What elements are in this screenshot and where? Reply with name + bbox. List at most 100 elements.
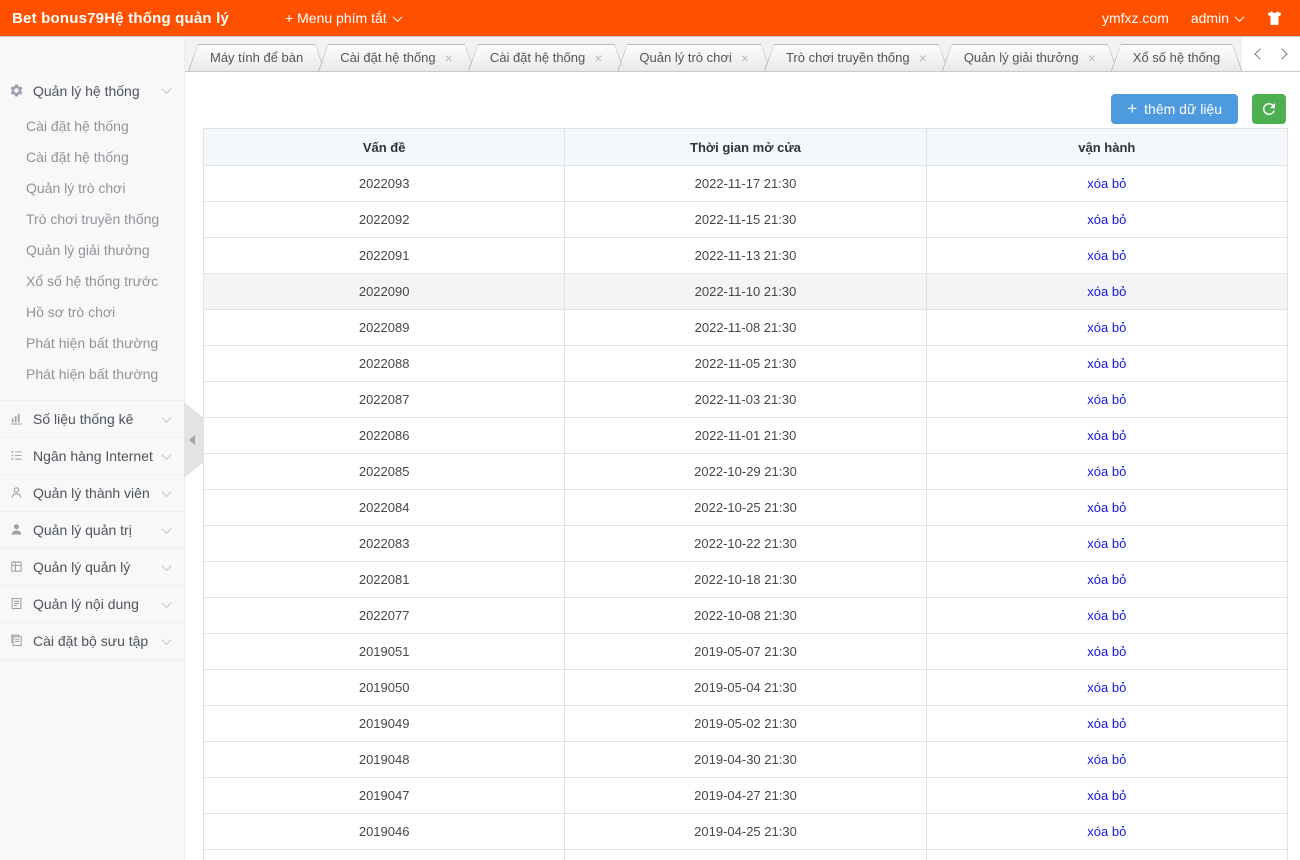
tab-bar: Máy tính để bànCài đặt hệ thống×Cài đặt … (185, 36, 1300, 72)
cell-open-time: 2022-11-17 21:30 (565, 166, 926, 202)
table-row: 20220772022-10-08 21:30xóa bỏ (204, 598, 1288, 634)
sidebar-item-0[interactable]: Quản lý hệ thống (0, 72, 184, 109)
main-area: Máy tính để bànCài đặt hệ thống×Cài đặt … (185, 36, 1300, 860)
sidebar-group-7: Cài đặt bộ sưu tập (0, 622, 184, 660)
column-header-issue: Vấn đề (204, 129, 565, 166)
delete-link[interactable]: xóa bỏ (1087, 248, 1126, 263)
chevron-down-icon (162, 561, 172, 571)
sidebar-item-3[interactable]: Quản lý thành viên (0, 474, 184, 511)
sidebar-subitem-0-7[interactable]: Phát hiện bất thường (0, 328, 184, 359)
delete-link[interactable]: xóa bỏ (1087, 536, 1126, 551)
cell-issue: 2022086 (204, 418, 565, 454)
delete-link[interactable]: xóa bỏ (1087, 752, 1126, 767)
cell-issue: 2019047 (204, 778, 565, 814)
sidebar-subitem-0-5[interactable]: Xổ số hệ thống trước (0, 266, 184, 297)
delete-link[interactable]: xóa bỏ (1087, 212, 1126, 227)
delete-link[interactable]: xóa bỏ (1087, 464, 1126, 479)
cell-open-time: 2019-04-27 21:30 (565, 778, 926, 814)
table-row: 20220932022-11-17 21:30xóa bỏ (204, 166, 1288, 202)
column-header-operation: vận hành (926, 129, 1287, 166)
tab-3[interactable]: Quản lý trò chơi× (617, 44, 771, 71)
sidebar-subitem-0-6[interactable]: Hồ sơ trò chơi (0, 297, 184, 328)
collection-icon (9, 633, 25, 649)
table-row: 20220872022-11-03 21:30xóa bỏ (204, 382, 1288, 418)
shortcut-menu-button[interactable]: + Menu phím tắt (285, 10, 401, 26)
member-icon (9, 485, 25, 501)
delete-link[interactable]: xóa bỏ (1087, 608, 1126, 623)
sidebar-item-6[interactable]: Quản lý nội dung (0, 585, 184, 622)
table-row: 20220922022-11-15 21:30xóa bỏ (204, 202, 1288, 238)
cell-operation: xóa bỏ (926, 454, 1287, 490)
cell-issue: 2022092 (204, 202, 565, 238)
table-row: 20220862022-11-01 21:30xóa bỏ (204, 418, 1288, 454)
tab-0[interactable]: Máy tính để bàn (188, 44, 325, 71)
sidebar-group-2: Ngân hàng Internet (0, 437, 184, 474)
table-row: 20190462019-04-25 21:30xóa bỏ (204, 814, 1288, 850)
delete-link[interactable]: xóa bỏ (1087, 716, 1126, 731)
tab-scroll-left-icon[interactable] (1254, 48, 1265, 59)
chevron-down-icon (162, 450, 172, 460)
sidebar-subitem-0-4[interactable]: Quản lý giải thưởng (0, 235, 184, 266)
tab-close-icon[interactable]: × (741, 51, 749, 65)
delete-link[interactable]: xóa bỏ (1087, 392, 1126, 407)
data-table: Vấn đề Thời gian mở cửa vận hành 2022093… (203, 128, 1288, 860)
sidebar-item-4[interactable]: Quản lý quản trị (0, 511, 184, 548)
tab-2[interactable]: Cài đặt hệ thống× (468, 44, 625, 71)
sidebar-subitem-0-0[interactable]: Cài đặt hệ thống (0, 111, 184, 142)
table-row: 20190512019-05-07 21:30xóa bỏ (204, 634, 1288, 670)
cell-issue: 2019050 (204, 670, 565, 706)
admin-icon (9, 522, 25, 538)
delete-link[interactable]: xóa bỏ (1087, 500, 1126, 515)
tab-5[interactable]: Quản lý giải thưởng× (942, 44, 1118, 71)
cell-issue: 2019051 (204, 634, 565, 670)
tab-1[interactable]: Cài đặt hệ thống× (318, 44, 475, 71)
sidebar-item-5[interactable]: Quản lý quản lý (0, 548, 184, 585)
refresh-button[interactable] (1252, 94, 1286, 124)
tab-close-icon[interactable]: × (594, 51, 602, 65)
tab-scroll-right-icon[interactable] (1276, 48, 1287, 59)
cell-operation: xóa bỏ (926, 670, 1287, 706)
delete-link[interactable]: xóa bỏ (1087, 320, 1126, 335)
delete-link[interactable]: xóa bỏ (1087, 356, 1126, 371)
cell-issue: 2022077 (204, 598, 565, 634)
sidebar-item-1[interactable]: Số liệu thống kê (0, 400, 184, 437)
cell-issue: 2022087 (204, 382, 565, 418)
delete-link[interactable]: xóa bỏ (1087, 428, 1126, 443)
cell-issue: 2019046 (204, 814, 565, 850)
sidebar-subitem-0-1[interactable]: Cài đặt hệ thống (0, 142, 184, 173)
delete-link[interactable]: xóa bỏ (1087, 680, 1126, 695)
sidebar-item-2[interactable]: Ngân hàng Internet (0, 437, 184, 474)
tab-close-icon[interactable]: × (445, 51, 453, 65)
theme-shirt-icon[interactable] (1265, 9, 1284, 28)
cell-operation: xóa bỏ (926, 598, 1287, 634)
add-data-button[interactable]: + thêm dữ liệu (1111, 94, 1238, 124)
delete-link[interactable]: xóa bỏ (1087, 824, 1126, 839)
chevron-down-icon (162, 635, 172, 645)
delete-link[interactable]: xóa bỏ (1087, 788, 1126, 803)
cell-operation: xóa bỏ (926, 742, 1287, 778)
cell-issue: 2019049 (204, 706, 565, 742)
tab-4[interactable]: Trò chơi truyền thống× (764, 44, 949, 71)
delete-link[interactable]: xóa bỏ (1087, 572, 1126, 587)
sidebar-item-7[interactable]: Cài đặt bộ sưu tập (0, 622, 184, 659)
sidebar-item-label: Quản lý thành viên (33, 485, 163, 501)
delete-link[interactable]: xóa bỏ (1087, 284, 1126, 299)
user-menu[interactable]: admin (1191, 10, 1243, 26)
cell-open-time: 2019-04-30 21:30 (565, 742, 926, 778)
tab-close-icon[interactable]: × (1088, 51, 1096, 65)
sidebar-item-label: Cài đặt bộ sưu tập (33, 633, 163, 649)
cell-operation: xóa bỏ (926, 382, 1287, 418)
sidebar-subitem-0-3[interactable]: Trò chơi truyền thống (0, 204, 184, 235)
cell-issue: 2022089 (204, 310, 565, 346)
chevron-down-icon (162, 84, 172, 94)
delete-link[interactable]: xóa bỏ (1087, 176, 1126, 191)
sidebar-subitem-0-2[interactable]: Quản lý trò chơi (0, 173, 184, 204)
sidebar-subitem-0-8[interactable]: Phát hiện bất thường (0, 359, 184, 390)
cell-empty (204, 850, 565, 860)
refresh-icon (1260, 100, 1278, 118)
table-row: 20190492019-05-02 21:30xóa bỏ (204, 706, 1288, 742)
tab-close-icon[interactable]: × (919, 51, 927, 65)
delete-link[interactable]: xóa bỏ (1087, 644, 1126, 659)
tab-6[interactable]: Xổ số hệ thống (1111, 44, 1242, 71)
topbar: Bet bonus79Hệ thống quản lý + Menu phím … (0, 0, 1300, 36)
